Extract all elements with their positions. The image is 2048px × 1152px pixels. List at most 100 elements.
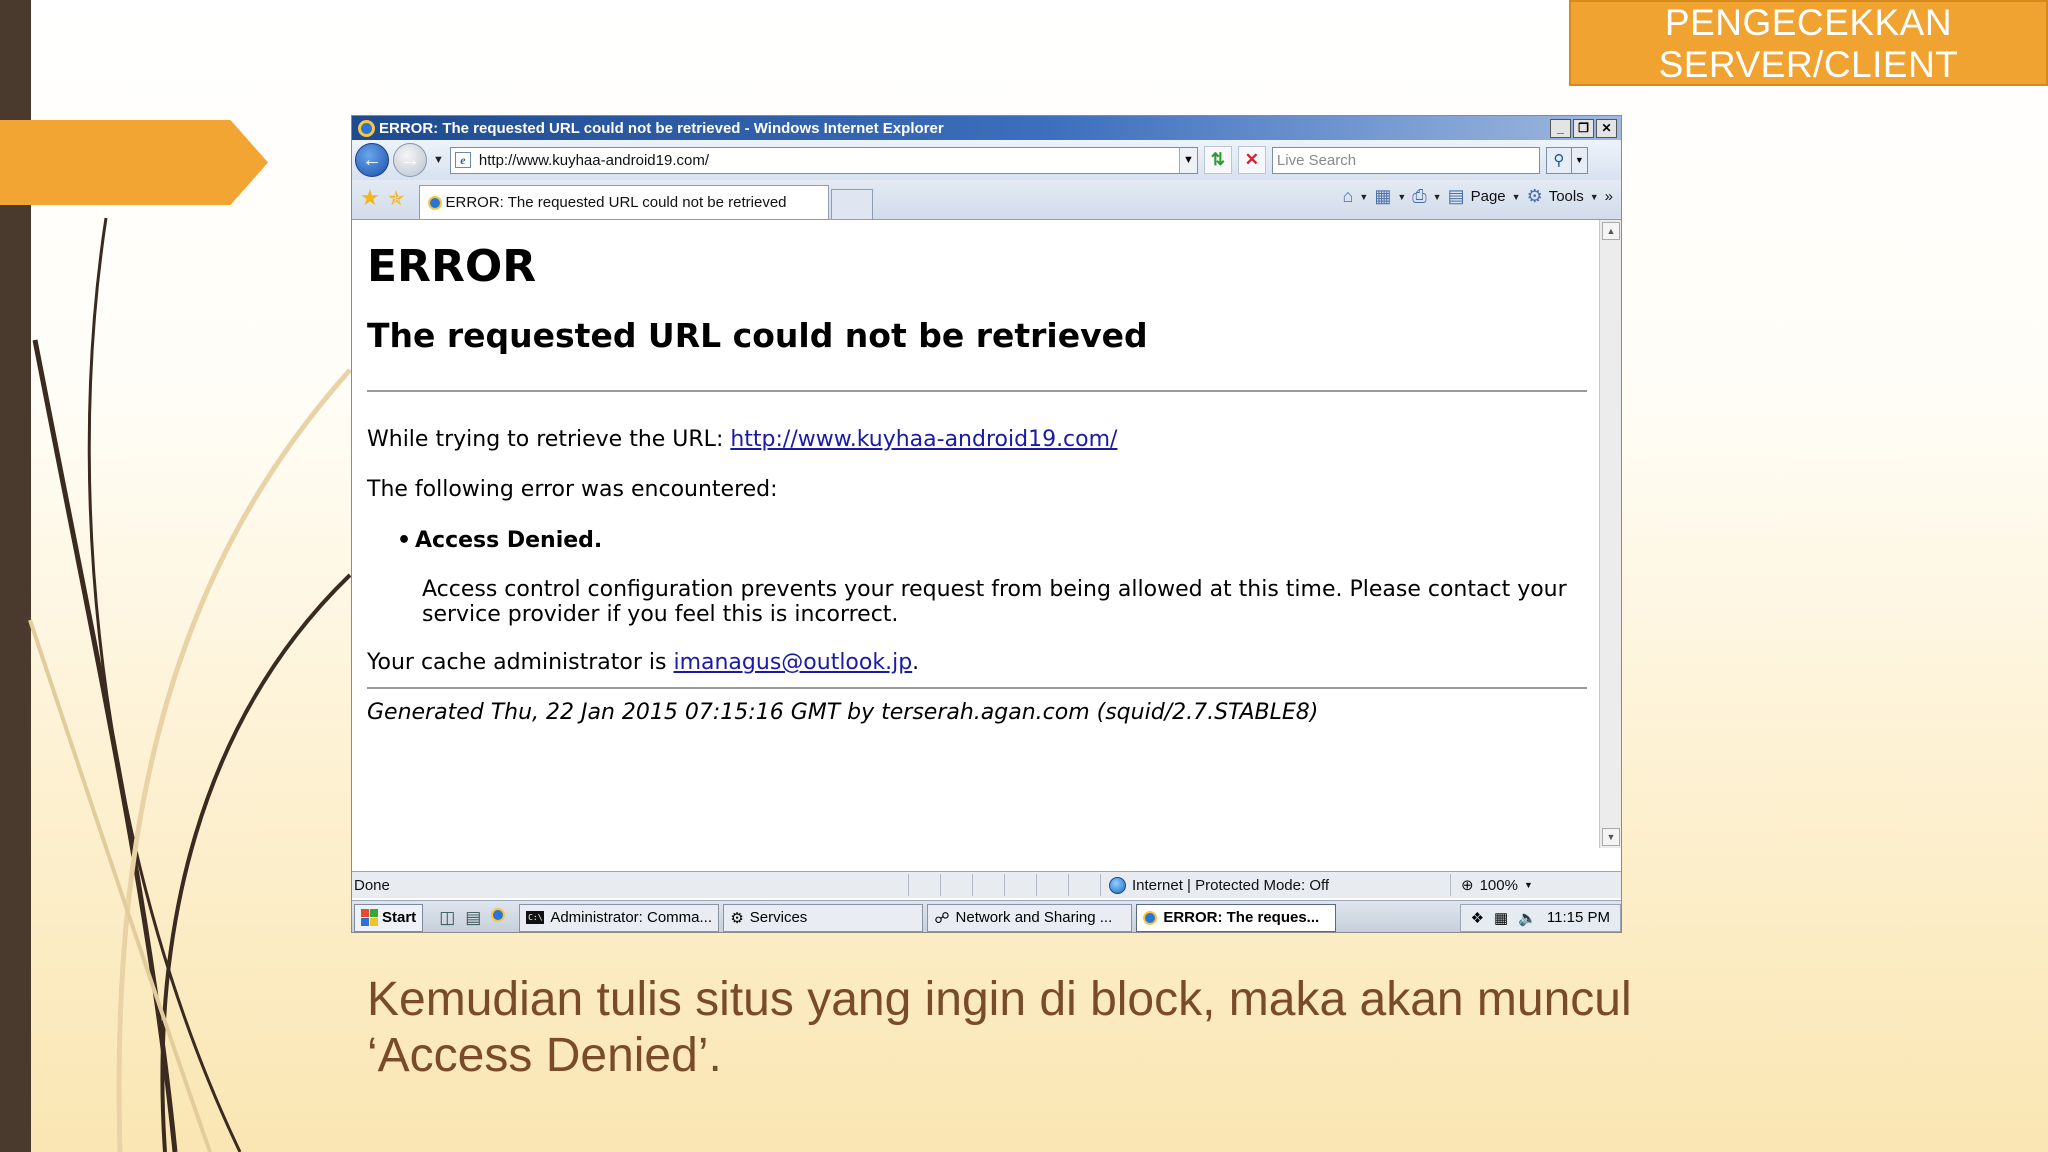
retrieve-url-link[interactable]: http://www.kuyhaa-android19.com/ bbox=[730, 427, 1117, 452]
tab-ie-icon bbox=[427, 195, 442, 210]
title-line-1: PENGECEKKAN bbox=[1664, 2, 1953, 43]
tray-app-icon[interactable]: ❖ bbox=[1471, 909, 1484, 927]
vertical-scrollbar[interactable]: ▲ ▼ bbox=[1599, 220, 1621, 848]
address-bar[interactable]: e http://www.kuyhaa-android19.com/ ▼ bbox=[449, 146, 1198, 174]
refresh-button[interactable]: ⇅ bbox=[1203, 146, 1232, 174]
print-icon[interactable]: ⎙ bbox=[1412, 186, 1426, 207]
taskbar-item-ie[interactable]: ERROR: The reques... bbox=[1136, 903, 1337, 932]
print-dropdown-icon[interactable]: ▼ bbox=[1433, 192, 1442, 202]
tools-dropdown-icon[interactable]: ▼ bbox=[1590, 192, 1599, 202]
search-icon[interactable]: ⚲ bbox=[1545, 146, 1572, 174]
tab-bar: ★ ✯ ERROR: The requested URL could not b… bbox=[352, 180, 1621, 220]
address-dropdown-icon[interactable]: ▼ bbox=[1178, 147, 1197, 173]
system-tray: ❖ ▦ 🔈 11:15 PM bbox=[1459, 903, 1621, 932]
ie-title-bar: ERROR: The requested URL could not be re… bbox=[352, 116, 1621, 140]
error-bullet: • Access Denied. bbox=[397, 528, 1587, 553]
search-options-dropdown-icon[interactable]: ▼ bbox=[1571, 146, 1588, 174]
tray-volume-icon[interactable]: 🔈 bbox=[1518, 909, 1537, 927]
status-pane bbox=[1036, 874, 1068, 896]
divider bbox=[367, 687, 1587, 689]
zone-text: Internet | Protected Mode: Off bbox=[1132, 876, 1330, 894]
zoom-icon: ⊕ bbox=[1461, 877, 1474, 894]
page-content: ERROR The requested URL could not be ret… bbox=[352, 220, 1621, 848]
ie-logo-icon bbox=[358, 119, 375, 137]
task-label: ERROR: The reques... bbox=[1163, 909, 1320, 926]
clock[interactable]: 11:15 PM bbox=[1547, 909, 1610, 926]
page-menu[interactable]: Page bbox=[1471, 188, 1506, 205]
access-denied-text: Access Denied. bbox=[415, 528, 603, 553]
history-dropdown-icon[interactable]: ▼ bbox=[433, 154, 444, 166]
status-pane bbox=[908, 874, 940, 896]
window-title: ERROR: The requested URL could not be re… bbox=[379, 119, 944, 137]
command-prompt-icon: C:\ bbox=[526, 911, 545, 924]
feeds-dropdown-icon[interactable]: ▼ bbox=[1397, 192, 1406, 202]
ie-quicklaunch-icon[interactable] bbox=[491, 907, 506, 922]
error-detail: Access control configuration prevents yo… bbox=[422, 577, 1567, 627]
zoom-level: 100% bbox=[1479, 876, 1518, 894]
search-input[interactable]: Live Search bbox=[1271, 146, 1540, 174]
generated-footer: Generated Thu, 22 Jan 2015 07:15:16 GMT … bbox=[367, 700, 1319, 725]
slide-caption: Kemudian tulis situs yang ingin di block… bbox=[367, 972, 1887, 1084]
page-dropdown-icon[interactable]: ▼ bbox=[1512, 192, 1521, 202]
services-gear-icon: ⚙ bbox=[730, 909, 744, 927]
encountered-text: The following error was encountered: bbox=[367, 477, 778, 502]
windows-taskbar: Start ◫ ▤ C:\ Administrator: Comma... ⚙ … bbox=[352, 900, 1621, 932]
active-tab[interactable]: ERROR: The requested URL could not be re… bbox=[418, 185, 829, 219]
admin-line: Your cache administrator is imanagus@out… bbox=[367, 649, 1587, 677]
scroll-up-icon[interactable]: ▲ bbox=[1602, 222, 1620, 240]
new-tab-button[interactable] bbox=[830, 189, 873, 219]
status-text: Done bbox=[354, 876, 390, 894]
error-subheading: The requested URL could not be retrieved bbox=[367, 316, 1148, 355]
stop-button[interactable]: ✕ bbox=[1237, 146, 1266, 174]
title-line-2: SERVER/CLIENT bbox=[1658, 44, 1959, 85]
chevron-more-icon[interactable]: » bbox=[1605, 188, 1613, 205]
minimize-button[interactable]: _ bbox=[1550, 118, 1571, 138]
task-label: Services bbox=[749, 909, 808, 926]
network-icon: ☍ bbox=[934, 909, 950, 927]
task-label: Administrator: Comma... bbox=[550, 909, 713, 926]
page-icon: e bbox=[454, 152, 471, 168]
browser-screenshot: ERROR: The requested URL could not be re… bbox=[351, 115, 1622, 933]
status-pane bbox=[1068, 874, 1100, 896]
caption-line-1: Kemudian tulis situs yang ingin di block… bbox=[367, 973, 1632, 1026]
admin-suffix: . bbox=[912, 650, 920, 675]
status-bar: Done Internet | Protected Mode: Off ⊕ 10… bbox=[352, 871, 1621, 898]
task-label: Network and Sharing ... bbox=[955, 909, 1113, 926]
address-input[interactable]: http://www.kuyhaa-android19.com/ bbox=[479, 152, 709, 169]
server-manager-icon[interactable]: ◫ bbox=[439, 908, 455, 928]
caption-line-2: ‘Access Denied’. bbox=[367, 1029, 722, 1082]
retrieve-label: While trying to retrieve the URL: bbox=[367, 427, 724, 452]
admin-email-link[interactable]: imanagus@outlook.jp bbox=[673, 650, 912, 675]
home-dropdown-icon[interactable]: ▼ bbox=[1359, 192, 1368, 202]
command-bar: ⌂ ▼ ▦ ▼ ⎙ ▼ ▤ Page ▼ ⚙ Tools ▼ » bbox=[1343, 186, 1613, 207]
security-zone[interactable]: Internet | Protected Mode: Off bbox=[1100, 874, 1450, 896]
add-favorites-icon[interactable]: ✯ bbox=[388, 186, 405, 211]
globe-icon bbox=[1109, 876, 1126, 894]
windows-logo-icon bbox=[361, 909, 378, 926]
bullet-icon: • bbox=[397, 528, 412, 553]
home-icon[interactable]: ⌂ bbox=[1343, 186, 1354, 207]
restore-button[interactable]: ❐ bbox=[1573, 118, 1594, 138]
zoom-control[interactable]: ⊕ 100% ▼ bbox=[1450, 874, 1533, 896]
quick-launch: ◫ ▤ bbox=[439, 907, 506, 928]
admin-label: Your cache administrator is bbox=[367, 650, 667, 675]
status-pane bbox=[972, 874, 1004, 896]
retrieve-line: While trying to retrieve the URL: http:/… bbox=[367, 426, 1587, 454]
feeds-icon[interactable]: ▦ bbox=[1374, 186, 1391, 207]
zoom-dropdown-icon[interactable]: ▼ bbox=[1524, 880, 1533, 890]
taskbar-item-services[interactable]: ⚙ Services bbox=[723, 903, 924, 932]
close-button[interactable]: ✕ bbox=[1596, 118, 1617, 138]
status-pane bbox=[940, 874, 972, 896]
divider bbox=[367, 390, 1587, 392]
back-button[interactable]: ← bbox=[355, 143, 389, 177]
taskbar-item-network[interactable]: ☍ Network and Sharing ... bbox=[927, 903, 1133, 932]
start-label: Start bbox=[382, 909, 417, 926]
tray-network-icon[interactable]: ▦ bbox=[1494, 909, 1508, 927]
forward-button[interactable]: → bbox=[393, 143, 427, 177]
show-desktop-icon[interactable]: ▤ bbox=[465, 908, 481, 928]
taskbar-item-command-prompt[interactable]: C:\ Administrator: Comma... bbox=[519, 903, 720, 932]
tools-menu[interactable]: Tools bbox=[1549, 188, 1584, 205]
start-button[interactable]: Start bbox=[354, 903, 424, 932]
scroll-down-icon[interactable]: ▼ bbox=[1602, 828, 1620, 846]
favorites-star-icon[interactable]: ★ bbox=[360, 185, 380, 211]
